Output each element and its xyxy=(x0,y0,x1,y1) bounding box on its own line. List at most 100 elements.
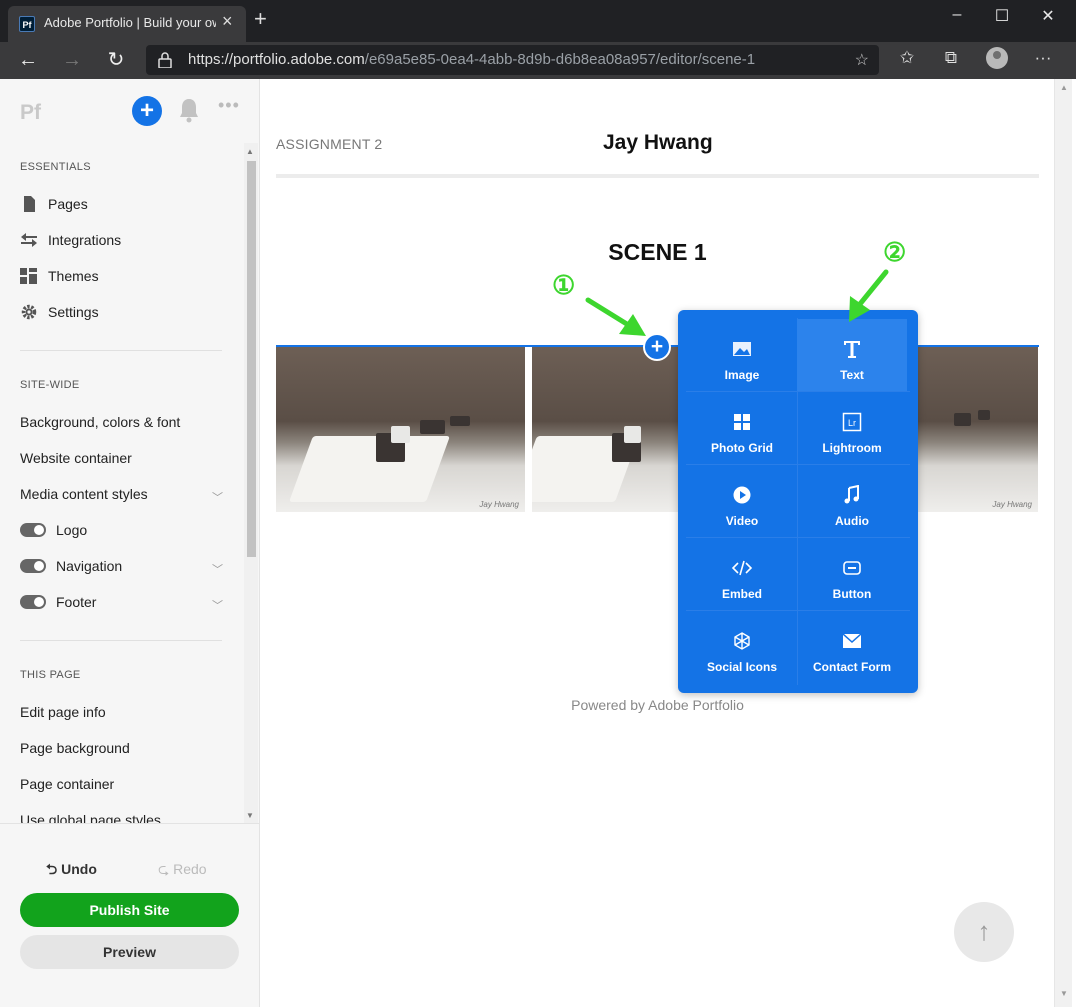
photo-grid-icon xyxy=(734,414,750,430)
preview-button[interactable]: Preview xyxy=(20,935,239,969)
publish-site-button[interactable]: Publish Site xyxy=(20,893,239,927)
tab-title: Adobe Portfolio | Build your own xyxy=(44,15,216,30)
undo-icon: ⮌ xyxy=(46,861,58,877)
refresh-icon[interactable]: ↻ xyxy=(102,46,130,74)
photo-detail xyxy=(978,409,990,420)
logo-toggle[interactable] xyxy=(20,523,46,537)
sidebar-scrollbar[interactable]: ▲ ▼ xyxy=(244,143,258,825)
sidebar-item-footer[interactable]: Footer xyxy=(20,594,96,610)
divider xyxy=(20,350,222,351)
option-label: Photo Grid xyxy=(711,441,773,455)
insert-content-menu: Image Text Photo Grid Lr Lightroom Video… xyxy=(678,310,918,693)
section-heading-sitewide: SITE-WIDE xyxy=(20,379,80,391)
back-to-top-icon[interactable]: ↑ xyxy=(954,902,1014,962)
insert-text-option[interactable]: Text xyxy=(797,319,907,391)
insert-lightroom-option[interactable]: Lr Lightroom xyxy=(797,392,907,464)
sidebar-item-media-content-styles[interactable]: Media content styles xyxy=(20,486,148,502)
close-window-icon[interactable]: ✕ xyxy=(1033,6,1063,26)
new-tab-icon[interactable]: + xyxy=(254,8,267,30)
portfolio-logo: Pf xyxy=(20,101,41,124)
page-icon xyxy=(24,196,35,212)
scroll-down-icon[interactable]: ▼ xyxy=(246,811,254,820)
sidebar-item-website-container[interactable]: Website container xyxy=(20,450,132,466)
photo-watermark: Jay Hwang xyxy=(992,500,1032,509)
sidebar-scroll-thumb[interactable] xyxy=(247,161,256,557)
option-label: Lightroom xyxy=(822,441,882,455)
browser-tab[interactable]: Pf Adobe Portfolio | Build your own × xyxy=(8,6,246,42)
lightroom-icon: Lr xyxy=(842,412,862,432)
insert-photo-grid-option[interactable]: Photo Grid xyxy=(687,392,797,464)
annotation-number-two: ② xyxy=(883,237,907,267)
add-content-button[interactable]: + xyxy=(643,333,671,361)
option-label: Contact Form xyxy=(813,660,891,674)
svg-text:Lr: Lr xyxy=(848,418,856,428)
sidebar-item-page-container[interactable]: Page container xyxy=(20,776,114,792)
bell-icon[interactable] xyxy=(178,97,200,123)
sidebar-item-navigation[interactable]: Navigation xyxy=(20,558,122,574)
favorites-list-icon[interactable]: ✩ xyxy=(894,48,920,68)
profile-avatar-icon[interactable] xyxy=(986,47,1008,69)
photo[interactable] xyxy=(532,347,678,512)
insert-contact-form-option[interactable]: Contact Form xyxy=(797,611,907,683)
favorite-star-icon[interactable]: ☆ xyxy=(855,50,869,70)
add-page-button[interactable]: + xyxy=(132,96,162,126)
photo[interactable]: Jay Hwang xyxy=(276,347,525,512)
sidebar-item-label: Themes xyxy=(48,268,99,284)
insert-embed-option[interactable]: Embed xyxy=(687,538,797,610)
themes-icon xyxy=(20,268,37,284)
footer-toggle[interactable] xyxy=(20,595,46,609)
more-menu-icon[interactable]: ··· xyxy=(1030,48,1056,68)
chevron-down-icon[interactable]: ﹀ xyxy=(212,561,223,577)
sidebar-item-label: Logo xyxy=(56,522,88,538)
footer-credit: Powered by Adobe Portfolio xyxy=(571,697,744,713)
more-options-icon[interactable]: ••• xyxy=(218,95,240,116)
scroll-down-icon[interactable]: ▼ xyxy=(1060,989,1068,998)
sidebar-scroll-area: ESSENTIALS Pages Integrations Themes Set… xyxy=(0,143,243,825)
sidebar-item-background-colors-font[interactable]: Background, colors & font xyxy=(20,414,180,430)
insert-audio-option[interactable]: Audio xyxy=(797,465,907,537)
maximize-icon[interactable]: ☐ xyxy=(987,6,1017,26)
sidebar-item-page-background[interactable]: Page background xyxy=(20,740,130,756)
sidebar-actions: ⮌ Undo ⮎ Redo Publish Site Preview xyxy=(0,823,259,1007)
scroll-up-icon[interactable]: ▲ xyxy=(1060,83,1068,92)
photo-watermark: Jay Hwang xyxy=(479,500,519,509)
url-path: /e69a5e85-0ea4-4abb-8d9b-d6b8ea08a957/ed… xyxy=(364,51,756,68)
address-bar[interactable]: https://portfolio.adobe.com/e69a5e85-0ea… xyxy=(146,45,879,75)
social-icon xyxy=(734,632,750,650)
forward-icon[interactable]: → xyxy=(58,46,86,74)
minimize-icon[interactable]: – xyxy=(942,6,972,24)
option-label: Video xyxy=(725,514,759,528)
back-icon[interactable]: ← xyxy=(14,46,42,74)
envelope-icon xyxy=(842,633,862,648)
redo-button[interactable]: ⮎ Redo xyxy=(158,859,207,883)
undo-label: Undo xyxy=(61,861,97,877)
photo-detail xyxy=(450,416,471,427)
page-scrollbar[interactable]: ▲ ▼ xyxy=(1054,79,1072,1007)
chevron-down-icon[interactable]: ﹀ xyxy=(212,597,223,613)
chevron-down-icon[interactable]: ﹀ xyxy=(212,489,223,505)
photo[interactable]: Jay Hwang xyxy=(918,347,1038,512)
sidebar-item-logo[interactable]: Logo xyxy=(20,522,87,538)
insert-social-icons-option[interactable]: Social Icons xyxy=(687,611,797,683)
sidebar-item-pages[interactable]: Pages xyxy=(20,196,88,212)
insert-image-option[interactable]: Image xyxy=(687,319,797,391)
sidebar-item-integrations[interactable]: Integrations xyxy=(20,232,121,248)
site-title[interactable]: Jay Hwang xyxy=(603,131,713,155)
navigation-toggle[interactable] xyxy=(20,559,46,573)
sidebar-item-settings[interactable]: Settings xyxy=(20,304,99,320)
insert-video-option[interactable]: Video xyxy=(687,465,797,537)
photo-detail xyxy=(420,419,446,435)
collections-icon[interactable]: ⧉ xyxy=(938,48,964,68)
sidebar-item-edit-page-info[interactable]: Edit page info xyxy=(20,704,106,720)
option-label: Button xyxy=(832,587,872,601)
button-icon xyxy=(843,561,861,575)
scroll-up-icon[interactable]: ▲ xyxy=(246,147,254,156)
site-nav-link[interactable]: ASSIGNMENT 2 xyxy=(276,136,382,152)
insert-button-option[interactable]: Button xyxy=(797,538,907,610)
option-label: Audio xyxy=(835,514,869,528)
undo-button[interactable]: ⮌ Undo xyxy=(46,859,97,883)
close-tab-icon[interactable]: × xyxy=(222,11,233,32)
editor-sidebar: Pf + ••• ESSENTIALS Pages Integrations T… xyxy=(0,79,260,1007)
page-title[interactable]: SCENE 1 xyxy=(261,239,1054,266)
sidebar-item-themes[interactable]: Themes xyxy=(20,268,99,284)
